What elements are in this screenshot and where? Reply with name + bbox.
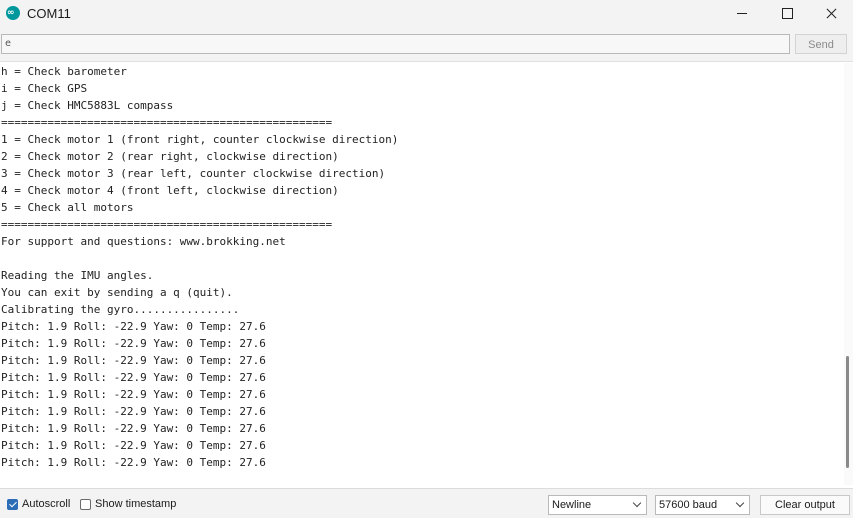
output-line: For support and questions: www.brokking.… bbox=[1, 235, 286, 248]
send-button[interactable]: Send bbox=[795, 34, 847, 54]
serial-output[interactable]: h = Check barometer i = Check GPS j = Chec… bbox=[0, 63, 844, 485]
output-line: 1 = Check motor 1 (front right, counter … bbox=[1, 133, 399, 146]
baud-rate-select[interactable]: 57600 baud bbox=[655, 495, 750, 515]
output-line: Pitch: 1.9 Roll: -22.9 Yaw: 0 Temp: 27.6 bbox=[1, 439, 266, 452]
output-line: Pitch: 1.9 Roll: -22.9 Yaw: 0 Temp: 27.6 bbox=[1, 388, 266, 401]
scrollbar-thumb[interactable] bbox=[846, 356, 849, 468]
output-line: h = Check barometer bbox=[1, 65, 127, 78]
output-line: 5 = Check all motors bbox=[1, 201, 134, 214]
autoscroll-checkbox[interactable] bbox=[7, 499, 18, 510]
output-line: 3 = Check motor 3 (rear left, counter cl… bbox=[1, 167, 386, 180]
status-bar: Autoscroll Show timestamp Newline 57600 … bbox=[0, 488, 853, 518]
maximize-button[interactable] bbox=[764, 0, 810, 28]
show-timestamp-checkbox[interactable] bbox=[80, 499, 91, 510]
line-ending-select[interactable]: Newline bbox=[548, 495, 647, 515]
output-line: Pitch: 1.9 Roll: -22.9 Yaw: 0 Temp: 27.6 bbox=[1, 422, 266, 435]
output-line: 2 = Check motor 2 (rear right, clockwise… bbox=[1, 150, 339, 163]
output-line: You can exit by sending a q (quit). bbox=[1, 286, 233, 299]
output-line: Pitch: 1.9 Roll: -22.9 Yaw: 0 Temp: 27.6 bbox=[1, 337, 266, 350]
baud-rate-value: 57600 baud bbox=[659, 499, 718, 511]
chevron-down-icon bbox=[632, 498, 642, 508]
output-line: ========================================… bbox=[1, 116, 333, 129]
output-line: Pitch: 1.9 Roll: -22.9 Yaw: 0 Temp: 27.6 bbox=[1, 320, 266, 333]
window-title: COM11 bbox=[27, 6, 71, 21]
clear-output-button[interactable]: Clear output bbox=[760, 495, 850, 515]
output-line: Pitch: 1.9 Roll: -22.9 Yaw: 0 Temp: 27.6 bbox=[1, 371, 266, 384]
output-line: j = Check HMC5883L compass bbox=[1, 99, 174, 112]
output-line: i = Check GPS bbox=[1, 82, 88, 95]
arduino-icon: ∞ bbox=[6, 6, 20, 20]
show-timestamp-label[interactable]: Show timestamp bbox=[95, 498, 176, 510]
close-button[interactable] bbox=[808, 0, 853, 28]
message-input[interactable] bbox=[1, 34, 790, 54]
output-line: Calibrating the gyro................ bbox=[1, 303, 240, 316]
output-line: Reading the IMU angles. bbox=[1, 269, 154, 282]
arduino-icon-glyph: ∞ bbox=[7, 8, 14, 18]
output-line: Pitch: 1.9 Roll: -22.9 Yaw: 0 Temp: 27.6 bbox=[1, 354, 266, 367]
title-bar: ∞ COM11 bbox=[0, 0, 853, 28]
output-scrollbar[interactable] bbox=[844, 63, 853, 485]
output-line: Pitch: 1.9 Roll: -22.9 Yaw: 0 Temp: 27.6 bbox=[1, 405, 266, 418]
line-ending-value: Newline bbox=[552, 499, 592, 511]
minimize-button[interactable] bbox=[719, 0, 765, 28]
chevron-down-icon bbox=[735, 498, 745, 508]
autoscroll-label[interactable]: Autoscroll bbox=[22, 498, 70, 510]
output-line: ========================================… bbox=[1, 218, 333, 231]
send-toolbar: Send bbox=[0, 28, 853, 62]
output-line: 4 = Check motor 4 (front left, clockwise… bbox=[1, 184, 339, 197]
output-line: Pitch: 1.9 Roll: -22.9 Yaw: 0 Temp: 27.6 bbox=[1, 456, 266, 469]
